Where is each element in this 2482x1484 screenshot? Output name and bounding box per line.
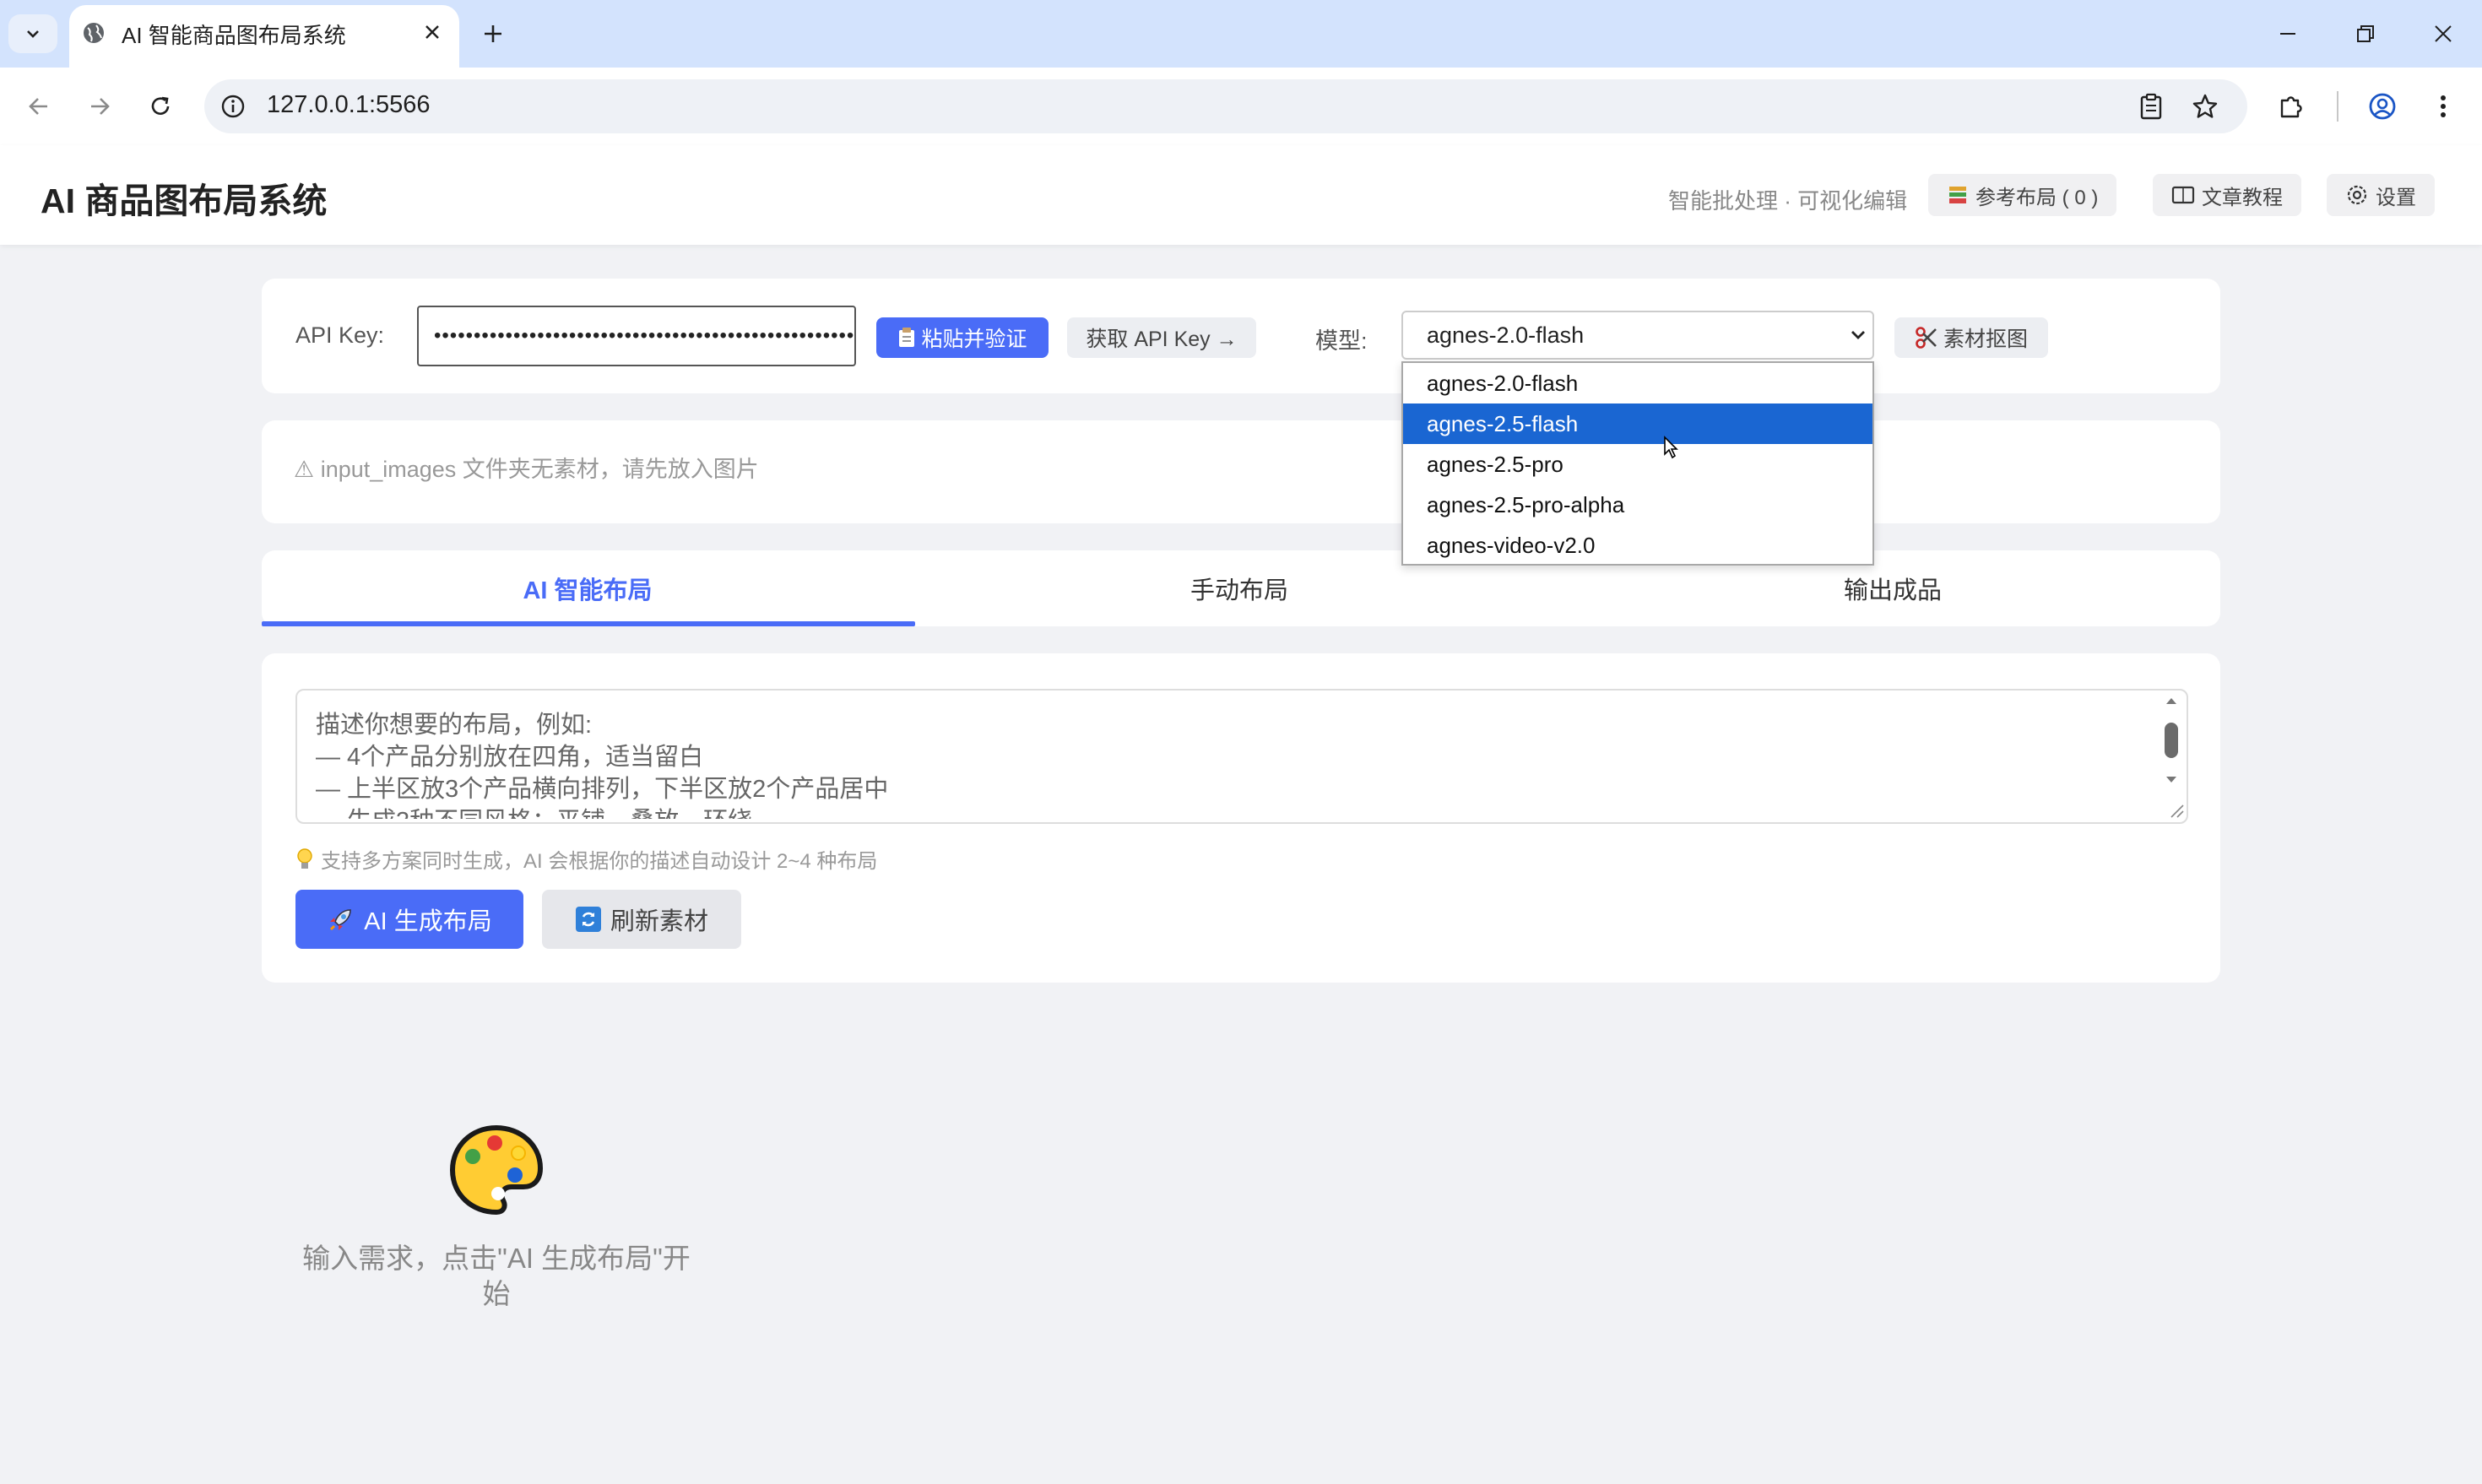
api-key-input[interactable]: ••••••••••••••••••••••••••••••••••••••••… xyxy=(417,306,856,366)
tab-close-button[interactable] xyxy=(419,19,446,46)
reload-button[interactable] xyxy=(140,88,181,125)
notice-text: ⚠ input_images 文件夹无素材，请先放入图片 xyxy=(294,457,759,482)
puzzle-icon xyxy=(2280,96,2302,118)
hint-text: 支持多方案同时生成，AI 会根据你的描述自动设计 2~4 种布局 xyxy=(321,850,878,873)
active-tab-indicator xyxy=(262,621,915,626)
extensions-button[interactable] xyxy=(2273,88,2310,125)
scissors-icon xyxy=(1916,327,1937,349)
resize-handle-icon[interactable] xyxy=(2168,802,2185,819)
gear-icon xyxy=(2347,185,2367,205)
globe-icon xyxy=(84,23,104,43)
tab-ai-layout[interactable]: AI 智能布局 xyxy=(262,550,913,626)
tab-title: AI 智能商品图布局系统 xyxy=(122,23,346,48)
lightbulb-icon xyxy=(297,848,312,869)
site-info-button[interactable] xyxy=(216,89,250,123)
page-subtitle: 智能批处理 · 可视化编辑 xyxy=(1668,188,1908,214)
bookmark-button[interactable] xyxy=(2187,88,2224,125)
refresh-materials-button[interactable]: 刷新素材 xyxy=(542,890,741,949)
books-icon xyxy=(1949,187,1966,203)
api-key-label: API Key: xyxy=(295,322,385,348)
model-option[interactable]: agnes-2.0-flash xyxy=(1403,363,1872,403)
model-option[interactable]: agnes-2.5-pro-alpha xyxy=(1403,485,1872,525)
paste-verify-label: 粘贴并验证 xyxy=(921,328,1027,351)
restore-button[interactable] xyxy=(2340,15,2391,52)
model-label: 模型: xyxy=(1315,328,1368,354)
model-option-highlighted[interactable]: agnes-2.5-flash xyxy=(1403,403,1872,444)
close-icon xyxy=(425,25,439,39)
layout-prompt-text[interactable]: 描述你想要的布局，例如: — 4个产品分别放在四角，适当留白 — 上半区放3个产… xyxy=(316,709,2148,819)
clipboard-toolbar-button[interactable] xyxy=(2132,88,2170,125)
info-icon xyxy=(221,95,245,118)
reload-icon xyxy=(151,96,170,115)
chevron-down-icon xyxy=(1851,331,1865,339)
profile-icon xyxy=(2369,93,2396,120)
book-icon xyxy=(2171,186,2195,204)
settings-button[interactable]: 设置 xyxy=(2327,174,2435,216)
new-tab-button[interactable] xyxy=(474,17,512,51)
profile-button[interactable] xyxy=(2364,88,2401,125)
more-vert-icon xyxy=(2441,95,2446,117)
paste-verify-button[interactable]: 粘贴并验证 xyxy=(876,317,1049,358)
close-icon xyxy=(2435,25,2452,42)
toolbar-divider xyxy=(2337,91,2338,122)
reference-layout-label: 参考布局 ( 0 ) xyxy=(1975,186,2099,209)
forward-button[interactable] xyxy=(79,88,120,125)
refresh-icon xyxy=(575,907,601,932)
page-title: AI 商品图布局系统 xyxy=(41,181,328,220)
browser-menu-button[interactable] xyxy=(2425,88,2462,125)
minimize-icon xyxy=(2280,33,2295,35)
back-button[interactable] xyxy=(19,88,59,125)
chevron-down-icon xyxy=(27,30,39,38)
mouse-cursor-icon xyxy=(1664,436,1678,459)
star-icon xyxy=(2192,94,2218,118)
url-text[interactable]: 127.0.0.1:5566 xyxy=(267,91,431,119)
window-close-button[interactable] xyxy=(2418,15,2468,52)
tutorial-button[interactable]: 文章教程 xyxy=(2153,174,2301,216)
hint-row: 支持多方案同时生成，AI 会根据你的描述自动设计 2~4 种布局 xyxy=(295,844,877,874)
settings-label: 设置 xyxy=(2376,186,2416,209)
plus-icon xyxy=(485,25,501,42)
clipboard-icon xyxy=(899,328,915,347)
clipboard-icon xyxy=(2140,93,2162,120)
get-api-key-button[interactable]: 获取 API Key → xyxy=(1067,317,1256,358)
empty-state-text: 输入需求，点击"AI 生成布局"开始 xyxy=(302,1243,691,1309)
address-bar[interactable] xyxy=(204,79,2247,133)
model-option[interactable]: agnes-2.5-pro xyxy=(1403,444,1872,485)
tutorial-label: 文章教程 xyxy=(2202,186,2283,209)
prompt-scrollbar[interactable] xyxy=(2156,691,2187,821)
matting-label: 素材抠图 xyxy=(1943,328,2028,351)
restore-icon xyxy=(2357,25,2374,42)
palette-icon xyxy=(449,1124,544,1216)
ai-generate-label: AI 生成布局 xyxy=(364,908,492,935)
model-option[interactable]: agnes-video-v2.0 xyxy=(1403,525,1872,566)
minimize-button[interactable] xyxy=(2263,15,2313,52)
model-dropdown-list: agnes-2.0-flash agnes-2.5-flash agnes-2.… xyxy=(1401,361,1874,566)
rocket-icon xyxy=(330,909,352,931)
matting-button[interactable]: 素材抠图 xyxy=(1894,317,2048,358)
model-select[interactable]: agnes-2.0-flash xyxy=(1401,311,1874,360)
arrow-right-icon xyxy=(91,98,110,115)
tab-search-button[interactable] xyxy=(8,14,57,53)
ai-generate-button[interactable]: AI 生成布局 xyxy=(295,890,523,949)
reference-layout-button[interactable]: 参考布局 ( 0 ) xyxy=(1928,174,2117,216)
arrow-left-icon xyxy=(29,98,47,115)
refresh-materials-label: 刷新素材 xyxy=(610,908,708,935)
